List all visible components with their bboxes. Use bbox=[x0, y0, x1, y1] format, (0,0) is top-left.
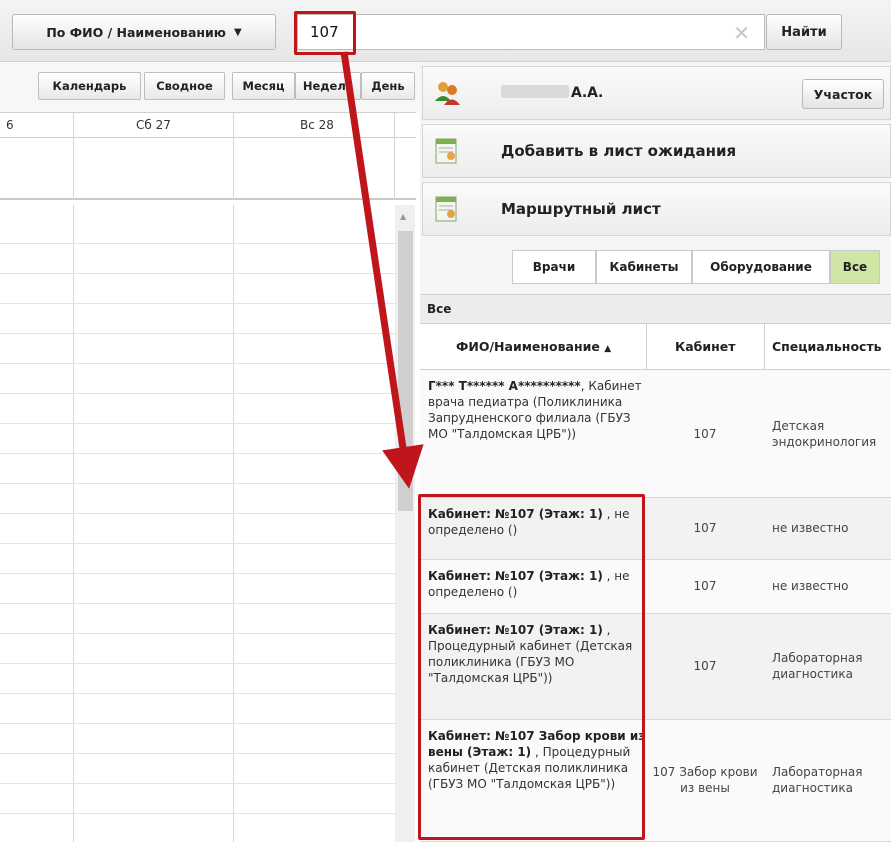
tab-all[interactable]: Все bbox=[830, 250, 880, 284]
divider bbox=[233, 138, 234, 200]
search-mode-label: По ФИО / Наименованию bbox=[46, 24, 226, 40]
column-header-saturday: Сб 27 bbox=[136, 118, 171, 132]
cell-name: Г*** Т****** А**********, Кабинет врача … bbox=[428, 379, 642, 441]
search-input[interactable]: 107 ✕ bbox=[297, 14, 765, 50]
column-header-specialty[interactable]: Специальность bbox=[772, 339, 882, 354]
route-sheet-title: Маршрутный лист bbox=[501, 200, 661, 218]
calendar-scrollbar[interactable]: ▲ bbox=[395, 205, 415, 842]
search-mode-dropdown[interactable]: По ФИО / Наименованию ▼ bbox=[12, 14, 276, 50]
cell-cabinet: 107 bbox=[693, 427, 717, 441]
scrollbar-thumb[interactable] bbox=[398, 231, 413, 511]
document-icon bbox=[435, 138, 457, 164]
tab-calendar[interactable]: Календарь bbox=[38, 72, 141, 100]
time-slot-line bbox=[0, 813, 395, 814]
tab-cabinets[interactable]: Кабинеты bbox=[596, 250, 692, 284]
tab-summary[interactable]: Сводное bbox=[144, 72, 225, 100]
time-slot-line bbox=[0, 513, 395, 514]
time-slot-line bbox=[0, 603, 395, 604]
cell-specialty: Лабораторная диагностика bbox=[772, 651, 863, 681]
tab-doctors[interactable]: Врачи bbox=[512, 250, 596, 284]
calendar-view-tabs: Календарь Сводное Месяц Неделя День bbox=[0, 62, 420, 112]
divider bbox=[764, 324, 765, 369]
cell-specialty: не известно bbox=[772, 521, 849, 535]
divider bbox=[233, 113, 234, 139]
calendar-time-grid[interactable] bbox=[0, 205, 395, 842]
chevron-down-icon: ▼ bbox=[233, 26, 242, 38]
cell-specialty: Лабораторная диагностика bbox=[772, 765, 863, 795]
tab-week[interactable]: Неделя bbox=[295, 72, 361, 100]
time-slot-line bbox=[0, 303, 395, 304]
sort-asc-icon: ▲ bbox=[604, 344, 612, 354]
cell-cabinet: 107 Забор крови из вены bbox=[652, 765, 758, 795]
clear-icon[interactable]: ✕ bbox=[733, 21, 750, 45]
search-highlight-box bbox=[294, 11, 356, 55]
waitlist-title: Добавить в лист ожидания bbox=[501, 142, 737, 160]
search-button[interactable]: Найти bbox=[766, 14, 842, 50]
table-row[interactable]: Г*** Т****** А**********, Кабинет врача … bbox=[420, 370, 891, 498]
time-slot-line bbox=[0, 633, 395, 634]
patients-icon bbox=[435, 82, 460, 105]
all-day-row[interactable] bbox=[0, 138, 416, 200]
patient-row[interactable]: А.А. Участок bbox=[422, 66, 891, 120]
time-slot-line bbox=[0, 663, 395, 664]
time-slot-line bbox=[0, 483, 395, 484]
route-sheet-row[interactable]: Маршрутный лист bbox=[422, 182, 891, 236]
cell-cabinet: 107 bbox=[693, 521, 717, 535]
time-slot-line bbox=[0, 363, 395, 364]
time-slot-line bbox=[0, 453, 395, 454]
divider bbox=[394, 138, 395, 200]
column-header-cabinet[interactable]: Кабинет bbox=[675, 339, 736, 354]
time-slot-line bbox=[0, 423, 395, 424]
divider bbox=[73, 205, 74, 842]
time-slot-line bbox=[0, 393, 395, 394]
divider bbox=[73, 138, 74, 200]
divider bbox=[394, 113, 395, 139]
calendar-header: 6 Сб 27 Вс 28 bbox=[0, 112, 416, 139]
time-slot-line bbox=[0, 723, 395, 724]
cell-specialty: не известно bbox=[772, 579, 849, 593]
column-header-name[interactable]: ФИО/Наименование ▲ bbox=[456, 339, 611, 354]
waitlist-row[interactable]: Добавить в лист ожидания bbox=[422, 124, 891, 178]
patient-name: А.А. bbox=[501, 85, 603, 101]
column-header-sunday: Вс 28 bbox=[300, 118, 334, 132]
tab-month[interactable]: Месяц bbox=[232, 72, 295, 100]
divider bbox=[233, 205, 234, 842]
scroll-up-icon[interactable]: ▲ bbox=[400, 212, 406, 221]
time-slot-line bbox=[0, 783, 395, 784]
tab-day[interactable]: День bbox=[361, 72, 415, 100]
tab-equipment[interactable]: Оборудование bbox=[692, 250, 830, 284]
time-slot-line bbox=[0, 333, 395, 334]
search-toolbar: По ФИО / Наименованию ▼ 107 ✕ Найти bbox=[0, 0, 891, 62]
divider bbox=[73, 113, 74, 139]
grid-group-label: Все bbox=[420, 294, 891, 324]
cell-specialty: Детская эндокринология bbox=[772, 419, 877, 449]
district-button[interactable]: Участок bbox=[802, 79, 884, 109]
time-slot-line bbox=[0, 543, 395, 544]
time-slot-line bbox=[0, 753, 395, 754]
results-highlight-box bbox=[418, 494, 645, 840]
document-icon bbox=[435, 196, 457, 222]
divider bbox=[646, 324, 647, 369]
time-slot-line bbox=[0, 693, 395, 694]
redacted-surname bbox=[501, 85, 569, 98]
grid-header: ФИО/Наименование ▲ Кабинет Специальность bbox=[420, 324, 891, 370]
time-slot-line bbox=[0, 243, 395, 244]
cell-cabinet: 107 bbox=[693, 659, 717, 673]
column-header-day: 6 bbox=[6, 118, 14, 132]
time-slot-line bbox=[0, 573, 395, 574]
time-slot-line bbox=[0, 273, 395, 274]
cell-cabinet: 107 bbox=[693, 579, 717, 593]
